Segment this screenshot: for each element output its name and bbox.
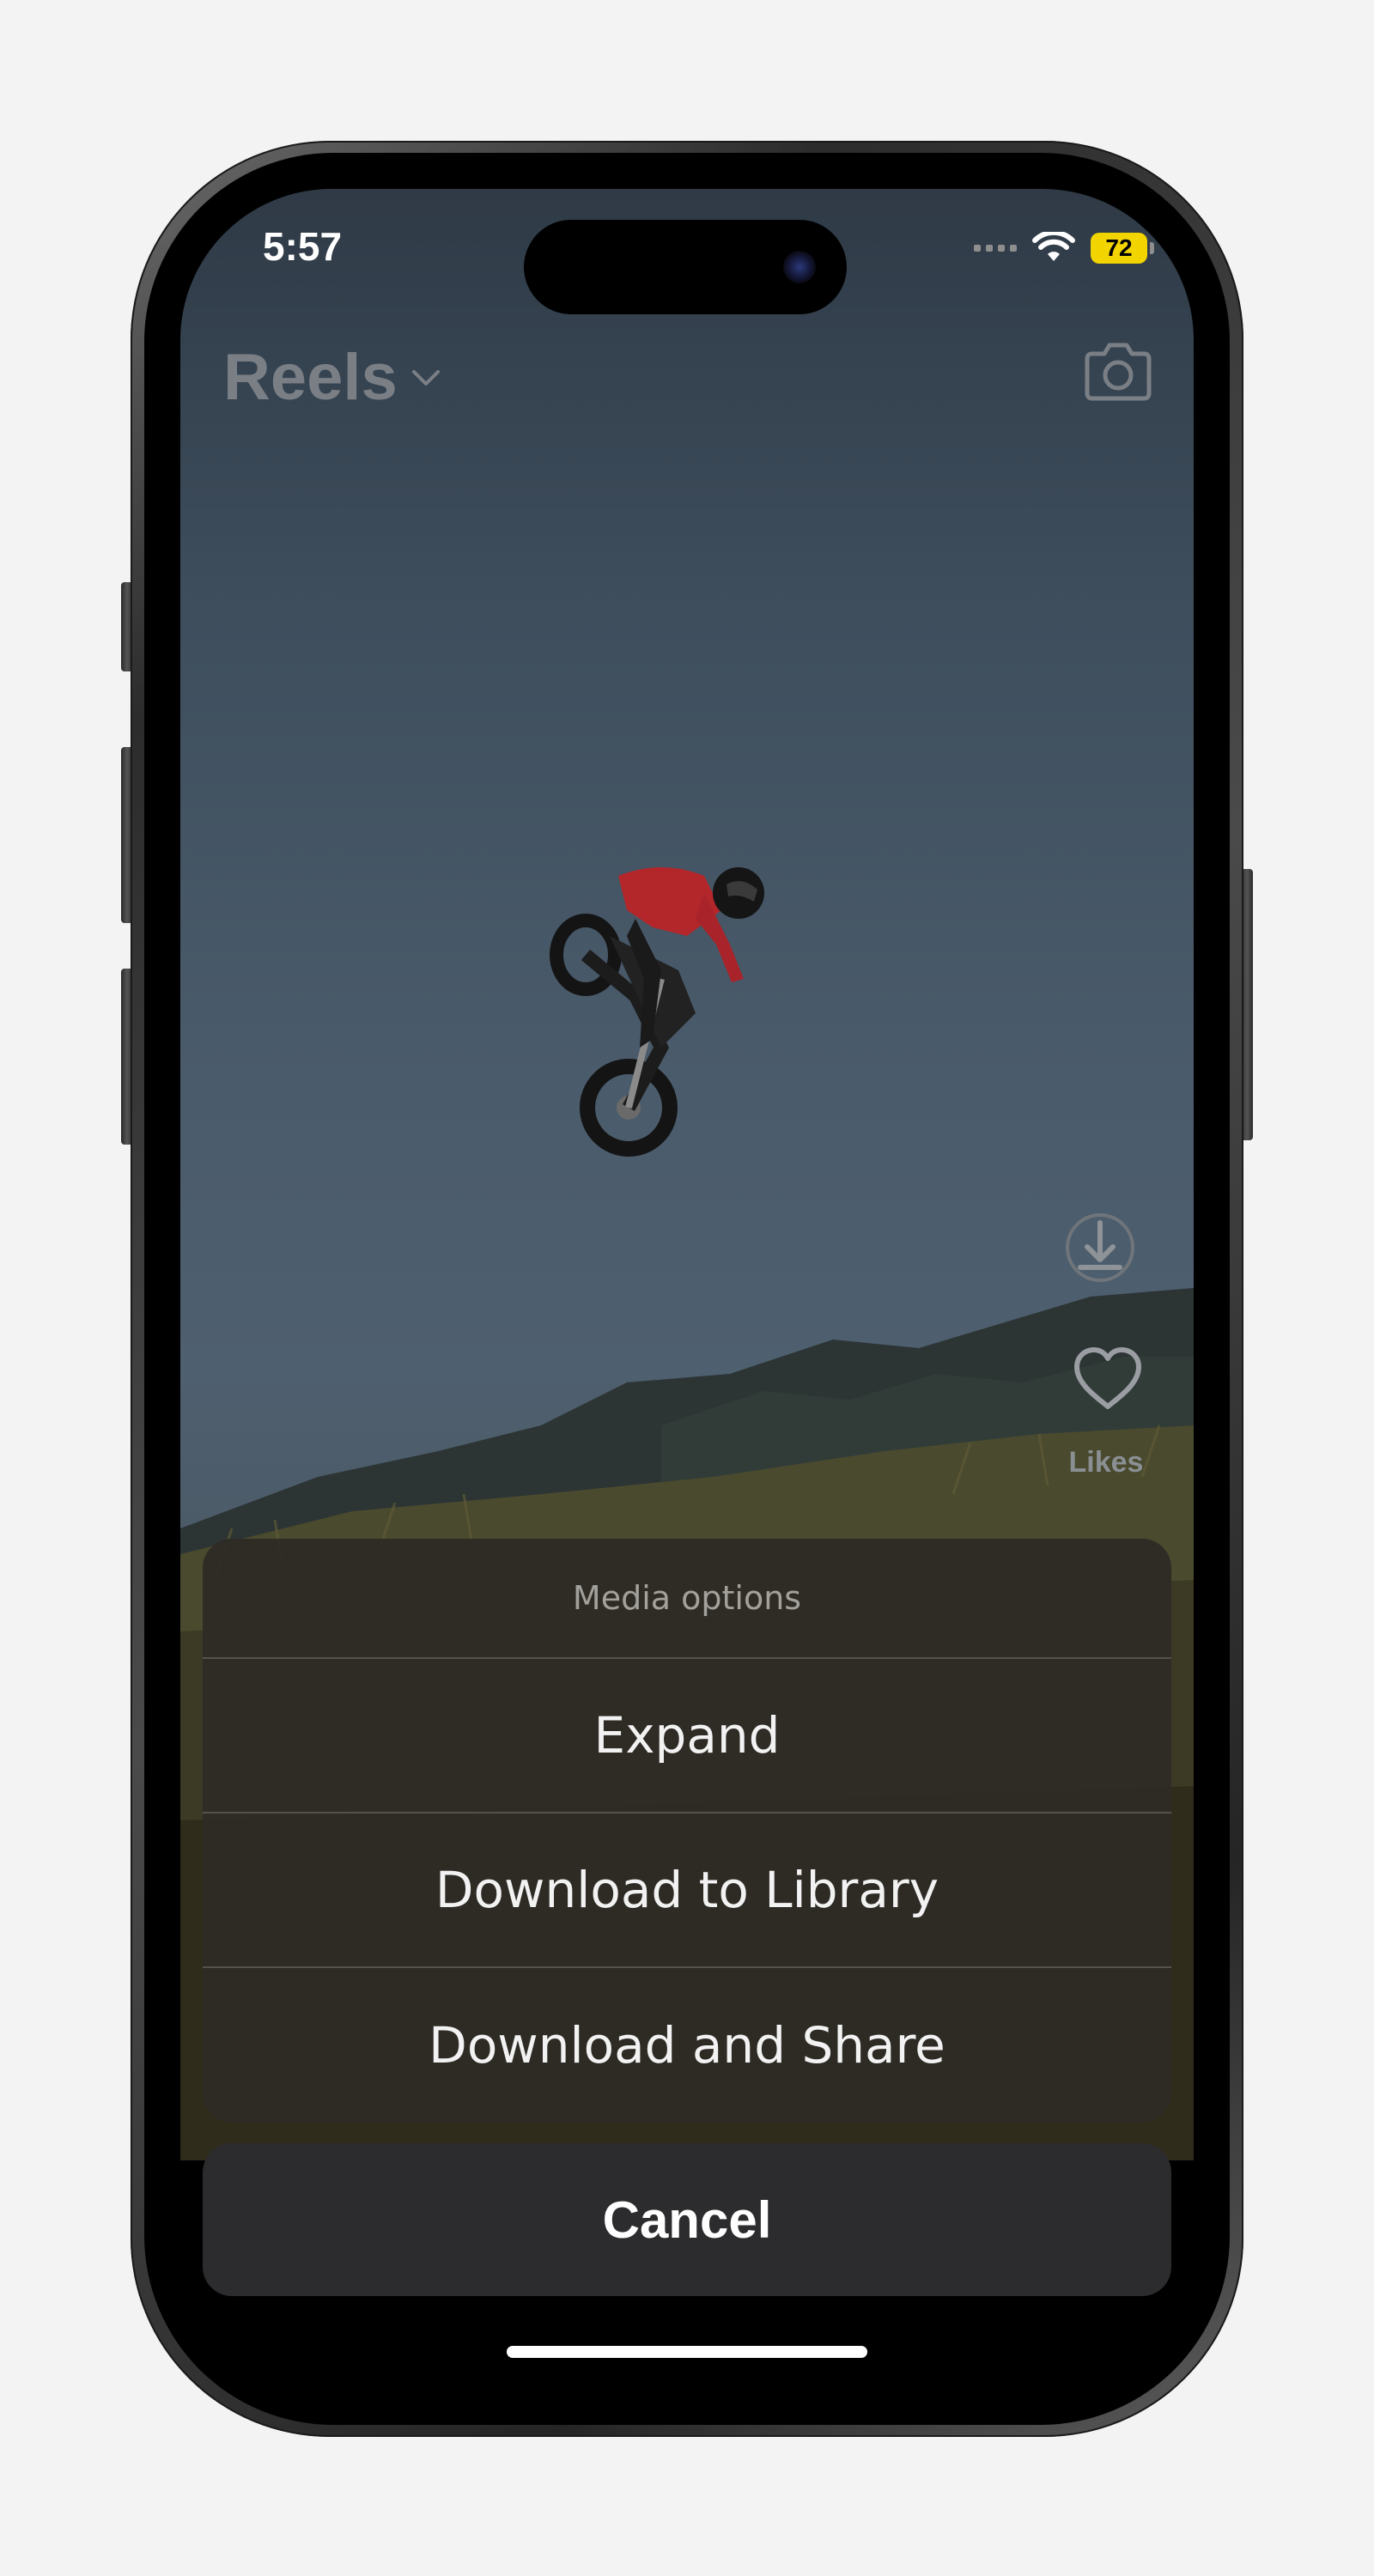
home-indicator[interactable] xyxy=(507,2346,867,2358)
download-and-share-option[interactable]: Download and Share xyxy=(203,1968,1171,2123)
like-button[interactable] xyxy=(1072,1346,1144,1415)
chevron-down-icon xyxy=(411,369,440,386)
download-to-library-option[interactable]: Download to Library xyxy=(203,1814,1171,1968)
status-indicators: 72 xyxy=(974,232,1154,264)
expand-option[interactable]: Expand xyxy=(203,1659,1171,1814)
status-time: 5:57 xyxy=(263,224,343,269)
camera-icon xyxy=(1085,343,1152,401)
cancel-button[interactable]: Cancel xyxy=(203,2143,1171,2296)
reels-title-menu[interactable]: Reels xyxy=(223,340,441,415)
phone-screen: 5:57 72 Reels Likes Media options Expand… xyxy=(180,189,1194,2373)
heart-icon xyxy=(1074,1347,1141,1409)
cellular-signal-icon xyxy=(974,245,1017,252)
dynamic-island xyxy=(524,220,847,314)
media-options-sheet: Media options Expand Download to Library… xyxy=(203,1539,1171,2123)
wifi-icon xyxy=(1032,232,1075,261)
camera-button[interactable] xyxy=(1084,340,1152,405)
download-icon xyxy=(1066,1213,1134,1282)
battery-icon: 72 xyxy=(1091,233,1154,264)
download-button[interactable] xyxy=(1063,1211,1137,1288)
page-title: Reels xyxy=(223,341,398,414)
sheet-title: Media options xyxy=(203,1539,1171,1659)
front-camera-icon xyxy=(783,251,816,283)
likes-label: Likes xyxy=(1068,1446,1144,1479)
battery-level: 72 xyxy=(1091,233,1147,264)
